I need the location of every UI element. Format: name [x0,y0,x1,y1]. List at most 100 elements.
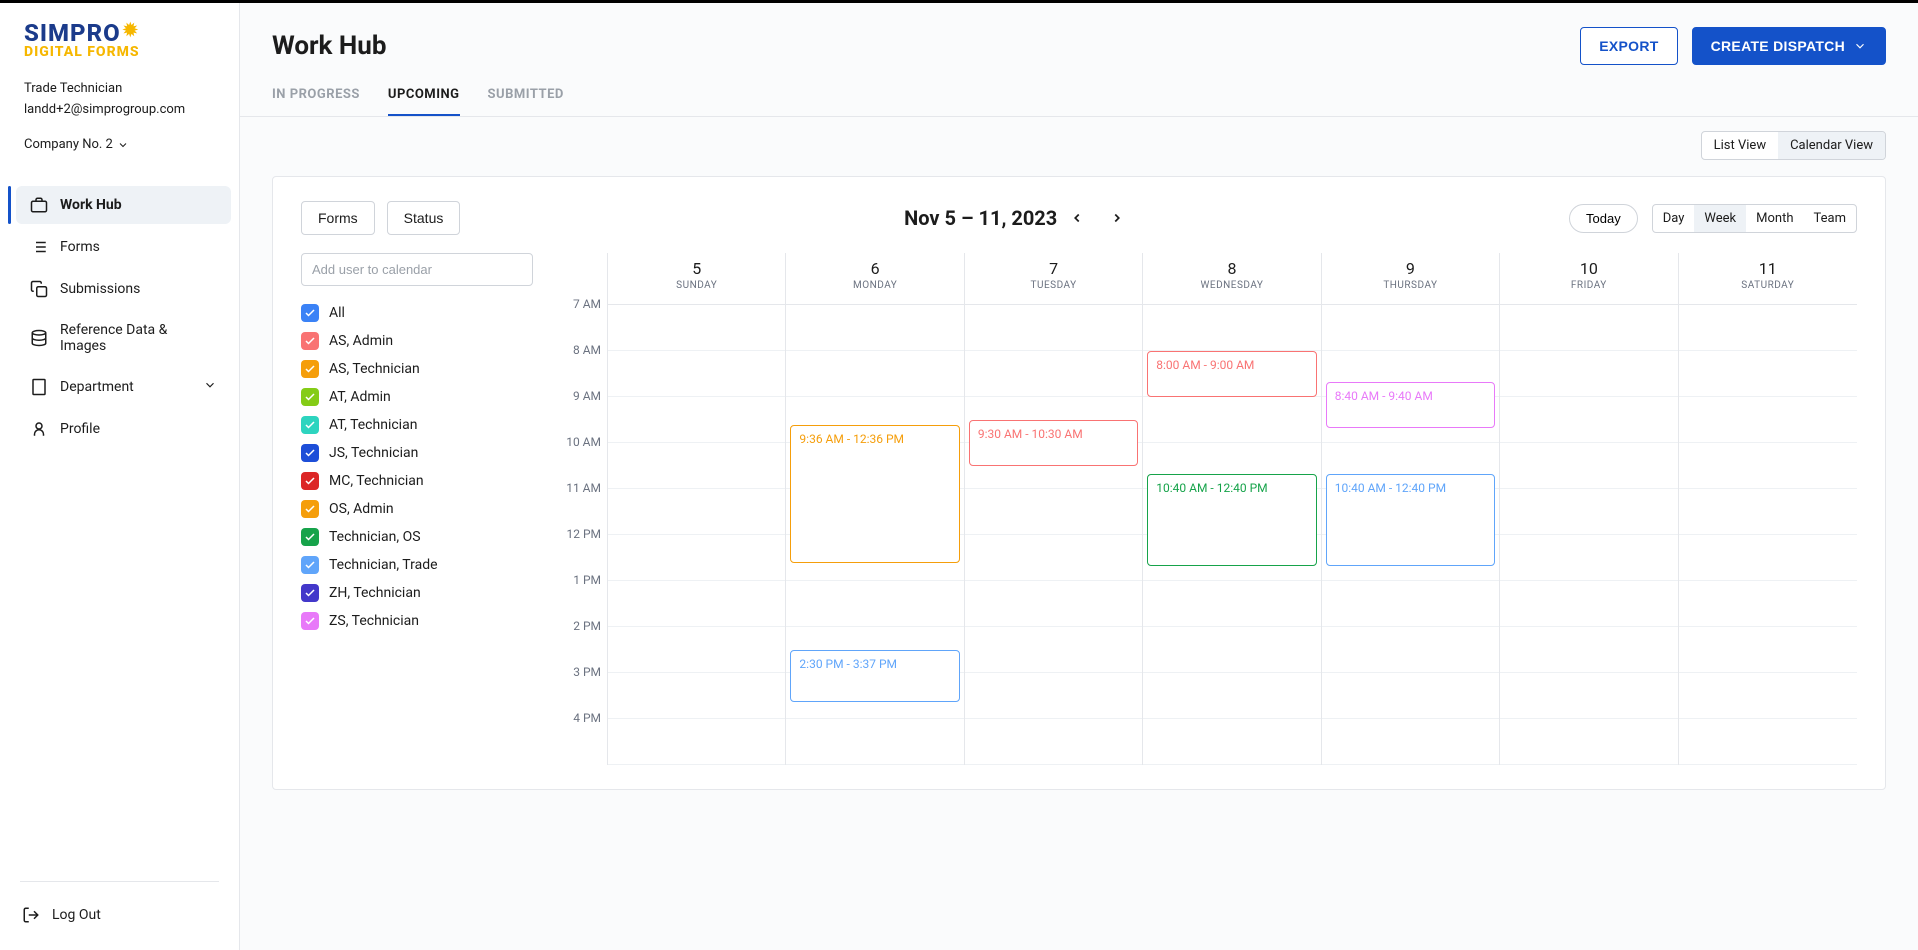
checkbox-icon [301,304,319,322]
day-number: 5 [608,259,785,278]
hour-cell [608,305,785,351]
calendar-range-label: Nov 5 – 11, 2023 [904,206,1057,230]
user-block: Trade Technician landd+2@simprogroup.com [0,65,239,127]
calendar-event[interactable]: 10:40 AM - 12:40 PM [1147,474,1316,566]
checkbox-icon [301,444,319,462]
user-row[interactable]: AS, Technician [301,360,533,378]
user-row[interactable]: ZS, Technician [301,612,533,630]
day-column: 8WEDNESDAY8:00 AM - 9:00 AM10:40 AM - 12… [1143,253,1321,765]
hour-cell [1679,627,1857,673]
user-row[interactable]: AT, Admin [301,388,533,406]
hour-cell [1500,443,1677,489]
hour-lines [1679,305,1857,765]
create-dispatch-button[interactable]: CREATE DISPATCH [1692,27,1886,65]
user-row-label: AT, Admin [329,389,391,405]
user-row[interactable]: Technician, Trade [301,556,533,574]
calendar-event[interactable]: 2:30 PM - 3:37 PM [790,650,959,702]
calendar-event[interactable]: 9:36 AM - 12:36 PM [790,425,959,563]
hour-cell [608,719,785,765]
user-row[interactable]: MC, Technician [301,472,533,490]
sidebar-item-work-hub[interactable]: Work Hub [16,186,231,224]
hour-lines: 8:40 AM - 9:40 AM 10:40 AM - 12:40 PM [1322,305,1499,765]
hour-cell [1322,719,1499,765]
day-name: MONDAY [786,280,963,291]
user-row-label: AS, Technician [329,361,420,377]
sidebar-item-label: Work Hub [60,197,122,213]
hour-cell [965,351,1142,397]
hour-cell [965,627,1142,673]
range-month[interactable]: Month [1746,205,1803,232]
hour-cell [786,581,963,627]
gear-icon: ✹ [123,22,139,40]
calendar-card: Forms Status Nov 5 – 11, 2023 Today Day … [272,176,1886,790]
user-row[interactable]: All [301,304,533,322]
user-row[interactable]: Technician, OS [301,528,533,546]
hour-label: 2 PM [551,619,607,665]
sidebar-item-forms[interactable]: Forms [16,228,231,266]
view-toggle: List View Calendar View [1701,131,1886,160]
list-view-toggle[interactable]: List View [1702,132,1778,159]
forms-filter-button[interactable]: Forms [301,201,375,235]
hour-cell [786,351,963,397]
hour-cell [1500,489,1677,535]
day-head: 5SUNDAY [608,253,785,305]
user-row[interactable]: AS, Admin [301,332,533,350]
checkbox-icon [301,360,319,378]
hour-cell [965,489,1142,535]
hour-cell [965,581,1142,627]
tab-submitted[interactable]: SUBMITTED [488,73,564,116]
tab-upcoming[interactable]: UPCOMING [388,73,460,116]
user-row[interactable]: ZH, Technician [301,584,533,602]
today-button[interactable]: Today [1569,204,1638,233]
calendar-event[interactable]: 10:40 AM - 12:40 PM [1326,474,1495,566]
day-column: 10FRIDAY [1500,253,1678,765]
hour-cell [608,397,785,443]
user-row-label: All [329,305,345,321]
calendar-view-toggle[interactable]: Calendar View [1778,132,1885,159]
user-row[interactable]: JS, Technician [301,444,533,462]
hour-lines: 9:30 AM - 10:30 AM [965,305,1142,765]
hour-cell [608,535,785,581]
next-week-button[interactable] [1105,206,1129,230]
status-filter-button[interactable]: Status [387,201,461,235]
hour-cell [1322,627,1499,673]
user-row[interactable]: AT, Technician [301,416,533,434]
hour-cell [1500,305,1677,351]
sidebar-item-department[interactable]: Department [16,368,231,406]
checkbox-icon [301,612,319,630]
sidebar-item-reference[interactable]: Reference Data & Images [16,312,231,364]
hour-cell [1500,581,1677,627]
calendar-event[interactable]: 8:40 AM - 9:40 AM [1326,382,1495,428]
day-head: 7TUESDAY [965,253,1142,305]
prev-week-button[interactable] [1065,206,1089,230]
user-row[interactable]: OS, Admin [301,500,533,518]
tabs: IN PROGRESS UPCOMING SUBMITTED [240,73,1918,117]
hour-cell [1143,581,1320,627]
user-email: landd+2@simprogroup.com [24,102,215,117]
user-icon [30,420,48,438]
calendar-event[interactable]: 9:30 AM - 10:30 AM [969,420,1138,466]
calendar-user-panel: All AS, Admin AS, Technician AT, Admin AT, T… [301,253,551,765]
add-user-input[interactable] [301,253,533,286]
day-name: WEDNESDAY [1143,280,1320,291]
calendar-event[interactable]: 8:00 AM - 9:00 AM [1147,351,1316,397]
sidebar-item-profile[interactable]: Profile [16,410,231,448]
sidebar-item-submissions[interactable]: Submissions [16,270,231,308]
range-team[interactable]: Team [1804,205,1857,232]
checkbox-icon [301,388,319,406]
range-day[interactable]: Day [1653,205,1695,232]
copy-icon [30,280,48,298]
user-row-label: ZS, Technician [329,613,419,629]
hour-cell [1679,397,1857,443]
hour-lines: 9:36 AM - 12:36 PM 2:30 PM - 3:37 PM [786,305,963,765]
calendar-grid: 7 AM8 AM9 AM10 AM11 AM12 PM1 PM2 PM3 PM4… [551,253,1857,765]
checkbox-icon [301,472,319,490]
calendar-title: Nov 5 – 11, 2023 [472,206,1569,230]
hour-cell [608,443,785,489]
export-button[interactable]: EXPORT [1580,27,1677,65]
company-select[interactable]: Company No. 2 [0,127,239,170]
tab-in-progress[interactable]: IN PROGRESS [272,73,360,116]
range-week[interactable]: Week [1694,205,1746,232]
logo-text-1: SIMPRO [24,21,121,45]
sidebar-item-logout[interactable]: Log Out [8,896,239,934]
